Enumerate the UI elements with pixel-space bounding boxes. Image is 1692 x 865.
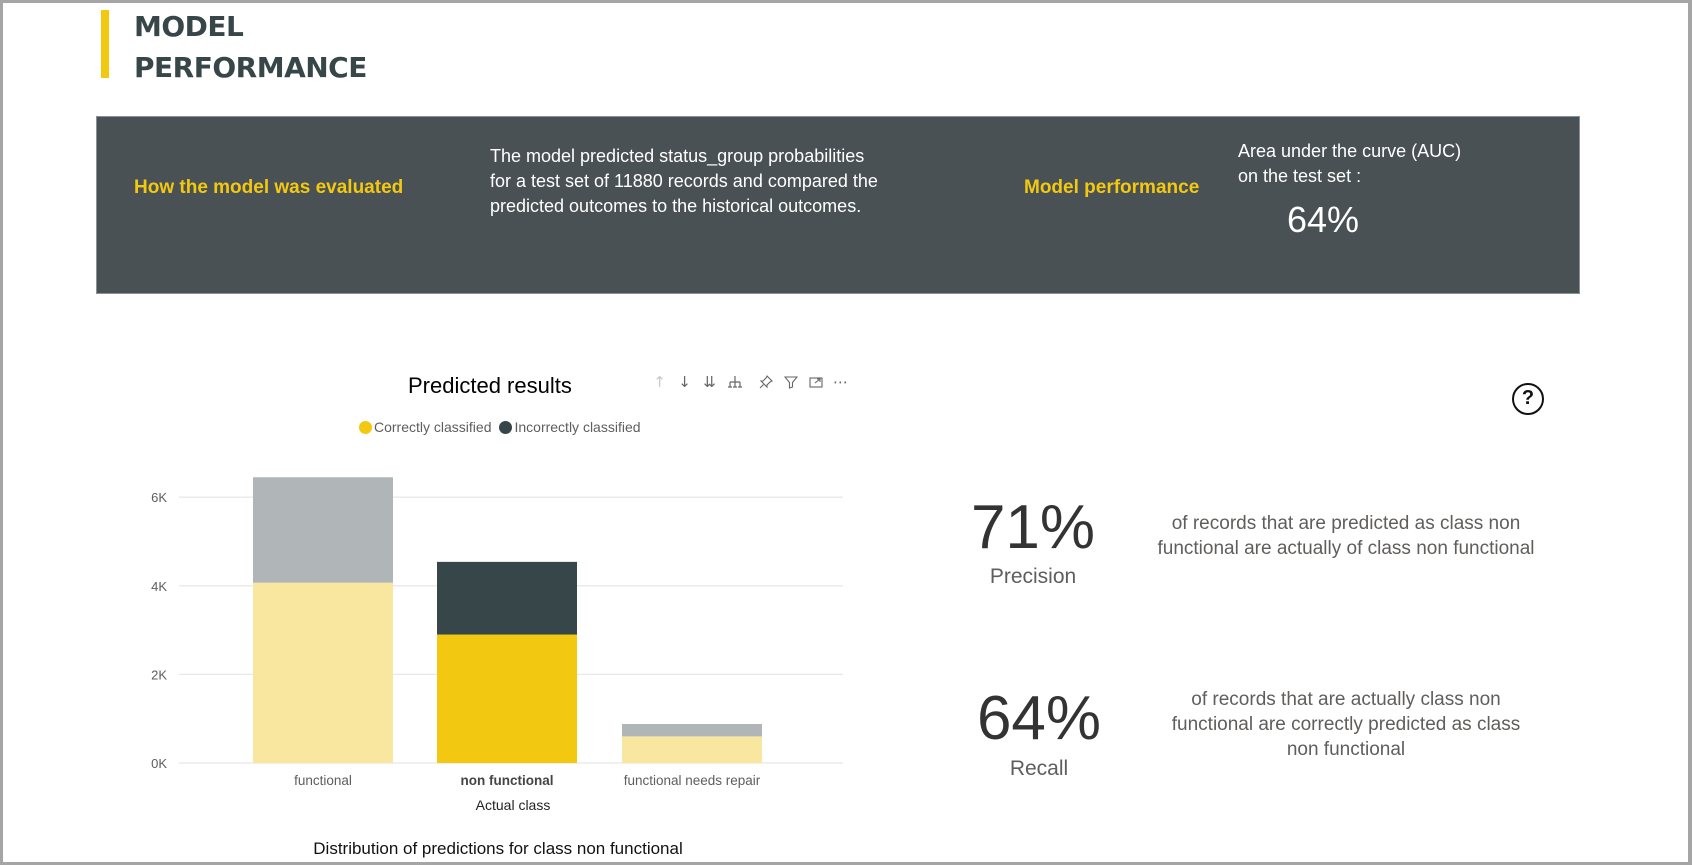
precision-label: Precision xyxy=(989,565,1077,588)
bar-segment-incorrect[interactable] xyxy=(622,724,762,737)
auc-text: Area under the curve (AUC) on the test s… xyxy=(1238,139,1461,189)
precision-description: of records that are predicted as class n… xyxy=(1136,511,1556,561)
x-tick-label: functional xyxy=(294,773,352,788)
y-tick-label: 2K xyxy=(151,667,167,682)
info-banner: How the model was evaluated The model pr… xyxy=(96,116,1580,294)
x-tick-label: non functional xyxy=(461,773,554,788)
expand-hierarchy-icon[interactable] xyxy=(722,371,747,393)
recall-value: 64% xyxy=(976,684,1102,753)
recall-description: of records that are actually class non f… xyxy=(1136,687,1556,762)
page-title-line1: MODEL xyxy=(134,10,244,43)
y-tick-label: 0K xyxy=(151,756,167,771)
legend-item-correct[interactable]: Correctly classified xyxy=(359,419,491,435)
precision-description-line: of records that are predicted as class n… xyxy=(1171,513,1521,534)
drill-up-icon[interactable]: ↑ xyxy=(647,371,672,393)
more-options-icon[interactable]: ⋯ xyxy=(828,371,853,393)
report-page: MODEL PERFORMANCE How the model was eval… xyxy=(3,3,1688,862)
focus-mode-icon[interactable] xyxy=(803,371,828,393)
drill-down-icon[interactable]: ↓ xyxy=(672,371,697,393)
chart-legend: Correctly classified Incorrectly classif… xyxy=(359,419,649,435)
x-tick-label: functional needs repair xyxy=(624,773,761,788)
auc-text-line: on the test set : xyxy=(1238,166,1362,186)
page-title-line2: PERFORMANCE xyxy=(134,51,367,84)
recall-description-line: of records that are actually class non xyxy=(1191,689,1501,710)
pin-icon[interactable] xyxy=(753,371,778,393)
y-tick-label: 6K xyxy=(151,490,167,505)
filter-icon[interactable] xyxy=(778,371,803,393)
stacked-bar-chart: 0K 2K 4K 6K functional non functional function… xyxy=(151,477,843,788)
bar-segment-correct[interactable] xyxy=(253,582,393,763)
evaluation-text: The model predicted status_group probabi… xyxy=(490,144,878,219)
evaluation-text-line: predicted outcomes to the historical out… xyxy=(490,196,862,216)
precision-description-line: functional are actually of class non fun… xyxy=(1157,538,1535,559)
filter-glyph xyxy=(783,376,798,389)
title-accent-bar xyxy=(101,10,109,78)
bar-segment-correct[interactable] xyxy=(622,736,762,763)
help-icon[interactable]: ? xyxy=(1512,383,1544,415)
chart-caption: Distribution of predictions for class no… xyxy=(313,839,683,858)
chart-title: Predicted results xyxy=(408,373,572,398)
visual-toolbar: ↑ ↓ ⇊ ⋯ xyxy=(647,371,853,393)
legend-dot-correct xyxy=(359,420,372,434)
evaluation-text-line: The model predicted status_group probabi… xyxy=(490,146,865,166)
recall-description-line: functional are correctly predicted as cl… xyxy=(1171,714,1521,735)
performance-label: Model performance xyxy=(1024,177,1200,198)
focus-mode-glyph xyxy=(808,377,823,388)
y-tick-label: 4K xyxy=(151,579,167,594)
x-axis-title: Actual class xyxy=(475,797,551,813)
recall-description-line: non functional xyxy=(1286,739,1406,760)
auc-value: 64% xyxy=(1287,199,1360,240)
legend-item-incorrect[interactable]: Incorrectly classified xyxy=(499,419,641,435)
bar-segment-incorrect[interactable] xyxy=(437,561,577,635)
page-title: MODEL PERFORMANCE xyxy=(134,6,367,88)
legend-dot-incorrect xyxy=(499,420,513,434)
legend-label-correct: Correctly classified xyxy=(374,419,492,435)
evaluation-label: How the model was evaluated xyxy=(134,177,404,198)
precision-value: 71% xyxy=(970,493,1096,562)
evaluation-text-line: for a test set of 11880 records and comp… xyxy=(490,171,878,191)
pin-glyph xyxy=(759,375,773,389)
bar-segment-correct[interactable] xyxy=(437,634,577,763)
bar-segment-incorrect[interactable] xyxy=(253,477,393,583)
recall-label: Recall xyxy=(1009,757,1069,780)
legend-label-incorrect: Incorrectly classified xyxy=(514,419,641,435)
expand-hierarchy-glyph xyxy=(727,376,742,388)
next-level-icon[interactable]: ⇊ xyxy=(697,371,722,393)
auc-text-line: Area under the curve (AUC) xyxy=(1238,141,1462,161)
